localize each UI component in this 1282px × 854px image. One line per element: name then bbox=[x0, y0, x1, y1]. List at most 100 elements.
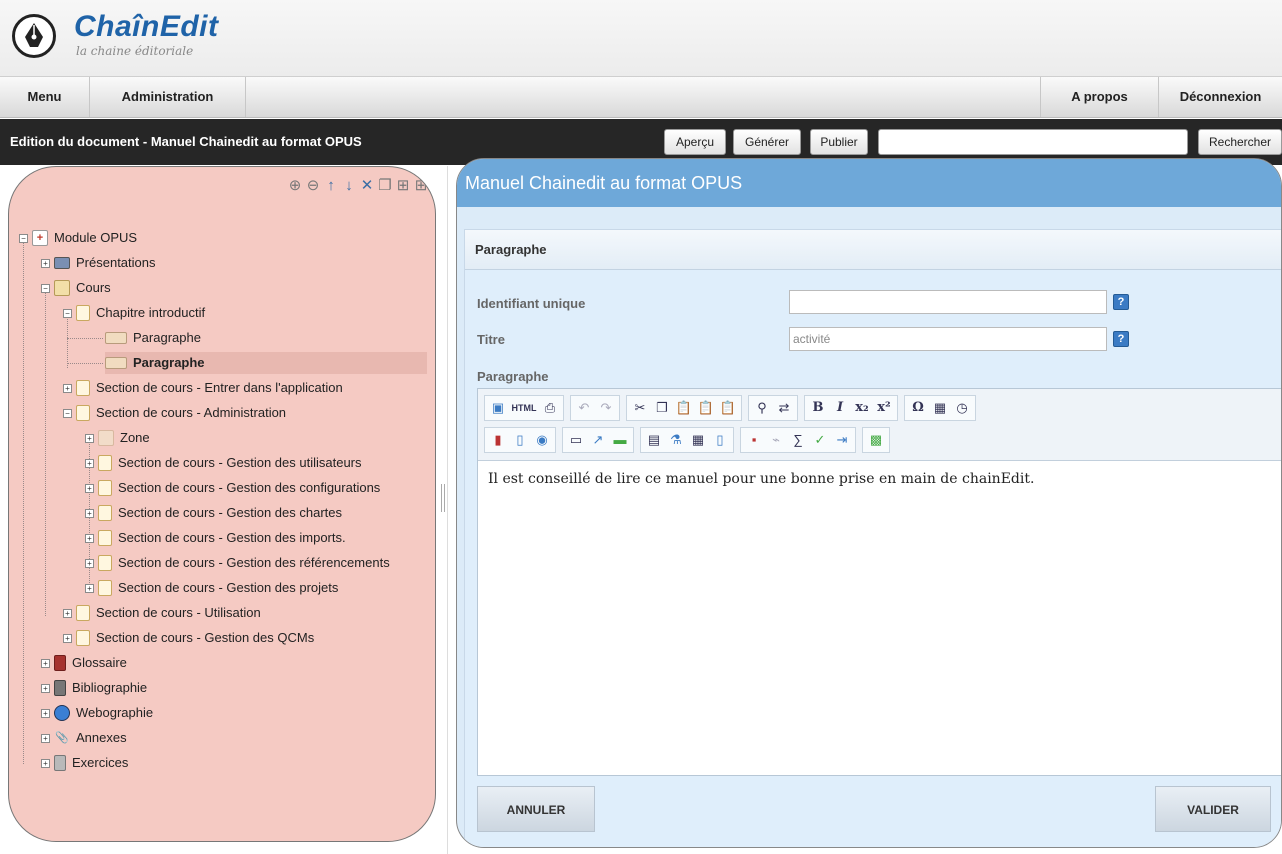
expand-icon[interactable]: + bbox=[85, 483, 94, 493]
splitter-grip-icon[interactable] bbox=[441, 484, 445, 512]
menu-logout[interactable]: Déconnexion bbox=[1158, 77, 1282, 117]
move-down-icon[interactable]: ↓ bbox=[341, 177, 357, 195]
special-char-icon[interactable]: Ω bbox=[908, 398, 928, 418]
tree-node-gestion-configurations[interactable]: + Section de cours - Gestion des configu… bbox=[85, 477, 380, 499]
tree-node-section-entrer[interactable]: + Section de cours - Entrer dans l'appli… bbox=[63, 377, 343, 399]
image-icon[interactable]: ▩ bbox=[866, 430, 886, 450]
tree-node-exercices[interactable]: + Exercices bbox=[41, 752, 128, 774]
add-sibling-icon[interactable]: ⊞ bbox=[413, 177, 429, 195]
copy-icon[interactable]: ❐ bbox=[377, 177, 393, 195]
tree-node-section-admin[interactable]: − Section de cours - Administration bbox=[63, 402, 286, 424]
attachment-icon[interactable]: ⌁ bbox=[766, 430, 786, 450]
paste-text-icon[interactable]: 📋 bbox=[696, 398, 716, 418]
print-icon[interactable]: ⎙ bbox=[540, 398, 560, 418]
menu-administration[interactable]: Administration bbox=[90, 77, 246, 117]
expand-icon[interactable]: + bbox=[63, 608, 72, 618]
expand-icon[interactable]: + bbox=[41, 258, 50, 268]
insert-block-icon[interactable]: ▤ bbox=[644, 430, 664, 450]
tree-node-gestion-imports[interactable]: + Section de cours - Gestion des imports… bbox=[85, 527, 346, 549]
expand-icon[interactable]: + bbox=[41, 658, 50, 668]
superscript-icon[interactable]: x² bbox=[874, 398, 894, 418]
tree-node-section-qcm[interactable]: + Section de cours - Gestion des QCMs bbox=[63, 627, 314, 649]
table-icon[interactable]: ▦ bbox=[688, 430, 708, 450]
expand-icon[interactable]: + bbox=[41, 733, 50, 743]
add-child-icon[interactable]: ⊞ bbox=[395, 177, 411, 195]
bookmark-icon[interactable]: ▮ bbox=[488, 430, 508, 450]
tree-node-bibliographie[interactable]: + Bibliographie bbox=[41, 677, 147, 699]
expand-icon[interactable]: + bbox=[85, 558, 94, 568]
bold-icon[interactable]: B bbox=[808, 398, 828, 418]
tree-node-cours[interactable]: − Cours bbox=[41, 277, 111, 299]
help-icon[interactable]: ? bbox=[1113, 331, 1129, 347]
flask-icon[interactable]: ⚗ bbox=[666, 430, 686, 450]
collapse-icon[interactable]: − bbox=[63, 408, 72, 418]
paste-icon[interactable]: 📋 bbox=[674, 398, 694, 418]
expand-icon[interactable]: + bbox=[85, 583, 94, 593]
title-field[interactable]: activité bbox=[789, 327, 1107, 351]
import-icon[interactable]: ⇥ bbox=[832, 430, 852, 450]
collapse-icon[interactable]: − bbox=[41, 283, 50, 293]
menu-menu[interactable]: Menu bbox=[0, 77, 90, 117]
book-icon[interactable]: ▯ bbox=[510, 430, 530, 450]
expand-icon[interactable]: + bbox=[85, 508, 94, 518]
external-link-icon[interactable]: ↗ bbox=[588, 430, 608, 450]
tree-node-annexes[interactable]: + 📎 Annexes bbox=[41, 727, 127, 749]
page-icon[interactable]: ▭ bbox=[566, 430, 586, 450]
preview-button[interactable]: Aperçu bbox=[664, 129, 726, 155]
tree-node-webographie[interactable]: + Webographie bbox=[41, 702, 153, 724]
time-icon[interactable]: ◷ bbox=[952, 398, 972, 418]
cancel-button[interactable]: ANNULER bbox=[477, 786, 595, 832]
expand-icon[interactable]: + bbox=[41, 683, 50, 693]
undo-icon[interactable]: ↶ bbox=[574, 398, 594, 418]
zoom-out-icon[interactable]: ⊖ bbox=[305, 177, 321, 195]
italic-icon[interactable]: I bbox=[830, 398, 850, 418]
paste-word-icon[interactable]: 📋 bbox=[718, 398, 738, 418]
collapse-icon[interactable]: − bbox=[63, 308, 72, 318]
check-icon[interactable]: ✓ bbox=[810, 430, 830, 450]
html-source-icon[interactable]: HTML bbox=[510, 398, 538, 418]
id-field[interactable] bbox=[789, 290, 1107, 314]
tree-node-gestion-chartes[interactable]: + Section de cours - Gestion des chartes bbox=[85, 502, 342, 524]
tree-node-gestion-projets[interactable]: + Section de cours - Gestion des projets bbox=[85, 577, 338, 599]
publish-button[interactable]: Publier bbox=[810, 129, 868, 155]
generate-button[interactable]: Générer bbox=[733, 129, 801, 155]
expand-icon[interactable]: + bbox=[85, 533, 94, 543]
move-up-icon[interactable]: ↑ bbox=[323, 177, 339, 195]
copy-icon[interactable]: ❐ bbox=[652, 398, 672, 418]
document-icon[interactable]: ▯ bbox=[710, 430, 730, 450]
tree-node-gestion-utilisateurs[interactable]: + Section de cours - Gestion des utilisa… bbox=[85, 452, 362, 474]
search-button[interactable]: Rechercher bbox=[1198, 129, 1282, 155]
formula-icon[interactable]: ∑ bbox=[788, 430, 808, 450]
validate-button[interactable]: VALIDER bbox=[1155, 786, 1271, 832]
tree-node-gestion-referencements[interactable]: + Section de cours - Gestion des référen… bbox=[85, 552, 390, 574]
zoom-in-icon[interactable]: ⊕ bbox=[287, 177, 303, 195]
search-input[interactable] bbox=[878, 129, 1188, 155]
date-icon[interactable]: ▦ bbox=[930, 398, 950, 418]
tree-node-paragraphe[interactable]: Paragraphe bbox=[105, 327, 201, 349]
menu-about[interactable]: A propos bbox=[1040, 77, 1158, 117]
subscript-icon[interactable]: x₂ bbox=[852, 398, 872, 418]
redo-icon[interactable]: ↷ bbox=[596, 398, 616, 418]
comment-icon[interactable]: ▬ bbox=[610, 430, 630, 450]
expand-icon[interactable]: + bbox=[63, 633, 72, 643]
tree-node-zone[interactable]: + Zone bbox=[85, 427, 150, 449]
expand-icon[interactable]: + bbox=[85, 458, 94, 468]
find-icon[interactable]: ⚲ bbox=[752, 398, 772, 418]
expand-icon[interactable]: + bbox=[41, 758, 50, 768]
panel-splitter[interactable] bbox=[438, 166, 448, 854]
tree-node-presentations[interactable]: + Présentations bbox=[41, 252, 156, 274]
tree-node-module[interactable]: − + Module OPUS bbox=[19, 227, 137, 249]
insert-media-icon[interactable]: ▪ bbox=[744, 430, 764, 450]
tree-node-section-utilisation[interactable]: + Section de cours - Utilisation bbox=[63, 602, 261, 624]
replace-icon[interactable]: ⇄ bbox=[774, 398, 794, 418]
fullscreen-icon[interactable]: ▣ bbox=[488, 398, 508, 418]
editor-content[interactable]: Il est conseillé de lire ce manuel pour … bbox=[488, 471, 1034, 487]
expand-icon[interactable]: + bbox=[41, 708, 50, 718]
tree-node-paragraphe-selected[interactable]: Paragraphe bbox=[105, 352, 427, 374]
tree-node-chapitre[interactable]: − Chapitre introductif bbox=[63, 302, 205, 324]
globe-icon[interactable]: ◉ bbox=[532, 430, 552, 450]
help-icon[interactable]: ? bbox=[1113, 294, 1129, 310]
cut-icon[interactable]: ✂ bbox=[630, 398, 650, 418]
tree-node-glossaire[interactable]: + Glossaire bbox=[41, 652, 127, 674]
collapse-icon[interactable]: − bbox=[19, 233, 28, 243]
